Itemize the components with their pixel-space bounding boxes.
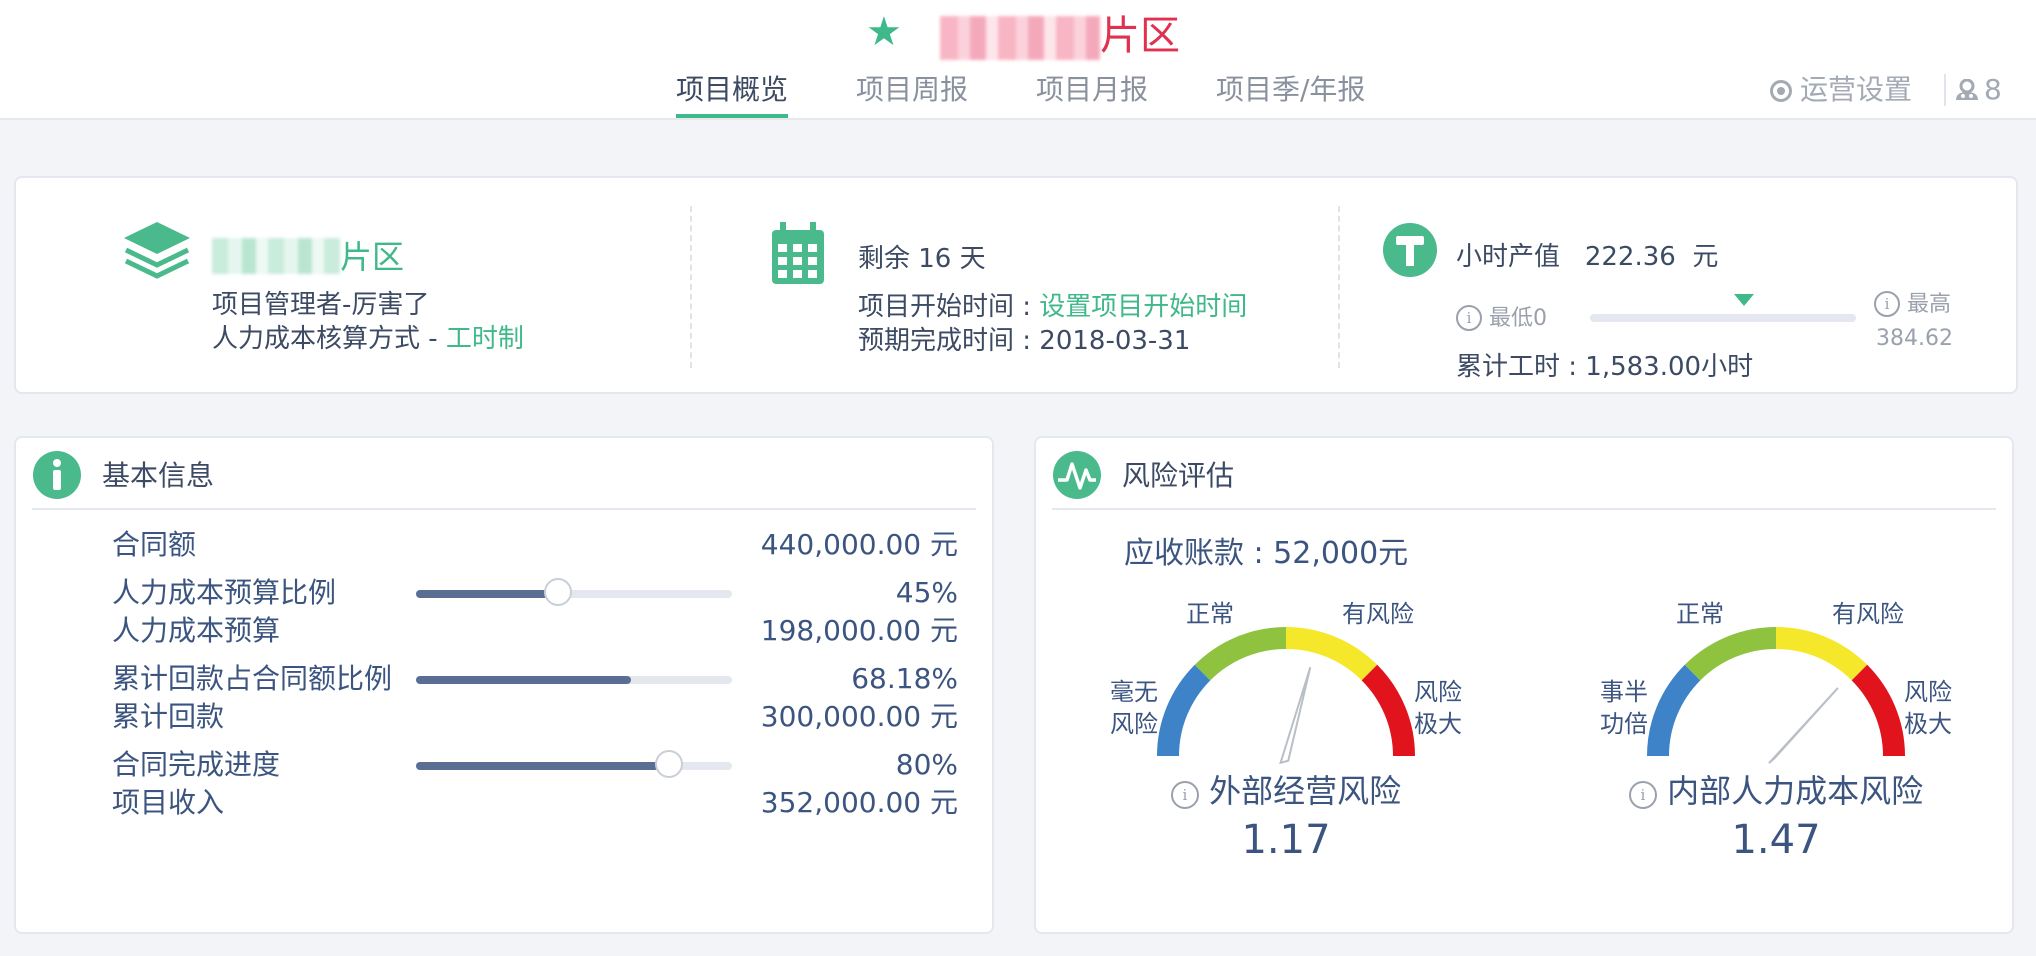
contract-progress-slider[interactable] bbox=[416, 750, 732, 778]
start-time: 项目开始时间 : 设置项目开始时间 bbox=[858, 292, 1248, 322]
row-label: 人力成本预算 bbox=[112, 614, 281, 647]
gauge-band bbox=[1647, 664, 1701, 757]
row-label: 人力成本预算比例 bbox=[112, 576, 337, 609]
row-value: 352,000.00 元 bbox=[760, 786, 958, 819]
slider-handle[interactable] bbox=[654, 750, 683, 778]
collection-ratio-bar bbox=[416, 676, 732, 684]
favorite-star-icon[interactable]: ★ bbox=[866, 8, 902, 56]
row-label: 合同完成进度 bbox=[112, 748, 281, 781]
labor-budget-ratio-slider[interactable] bbox=[416, 578, 732, 606]
info-icon[interactable]: i bbox=[1628, 781, 1657, 809]
ops-settings-label: 运营设置 bbox=[1800, 73, 1913, 106]
basic-info-title: 基本信息 bbox=[102, 459, 215, 492]
max-label: i 最高 bbox=[1874, 288, 1951, 322]
hourly-range-bar bbox=[1590, 294, 1856, 322]
cost-method-link[interactable]: 工时制 bbox=[446, 324, 524, 354]
slider-fill bbox=[416, 762, 669, 770]
row-value: 80% bbox=[895, 748, 958, 781]
members-button[interactable]: 8 bbox=[1954, 68, 2002, 112]
row-value: 68.18% bbox=[851, 662, 958, 695]
cost-method: 人力成本核算方式 - 工时制 bbox=[212, 324, 524, 354]
gauge-external: 毫无 风险 正常 有风险 风险 极大 i 外部经营风险 1.17 bbox=[1076, 598, 1496, 908]
slider-fill bbox=[416, 590, 559, 598]
info-circle-icon bbox=[33, 451, 81, 499]
page-title-row: ★ 片区 bbox=[0, 6, 2036, 60]
top-header: ★ 片区 项目概览 项目周报 项目月报 项目季/年报 运营设置 8 bbox=[0, 0, 2036, 120]
ops-settings-button[interactable]: 运营设置 bbox=[1770, 68, 1912, 112]
gauge-band bbox=[1684, 627, 1777, 681]
row-value: 198,000.00 元 bbox=[760, 614, 958, 647]
gauge-band bbox=[1194, 627, 1287, 681]
gauge-label-left: 正常 bbox=[1186, 600, 1234, 628]
users-icon bbox=[1956, 78, 1978, 100]
gauge-band bbox=[1285, 627, 1378, 681]
gauge-label-far-left: 事半 功倍 bbox=[1600, 678, 1648, 738]
basic-info-header: 基本信息 bbox=[32, 448, 976, 510]
gauge-label-far-left: 毫无 风险 bbox=[1110, 678, 1158, 738]
tab-weekly[interactable]: 项目周报 bbox=[856, 66, 968, 118]
pulse-icon bbox=[1053, 451, 1101, 499]
min-label: i 最低0 bbox=[1456, 302, 1547, 336]
basic-info-card: 基本信息 合同额 440,000.00 元 人力成本预算比例 45% 人力成本预… bbox=[14, 436, 994, 934]
gauge-label-right: 有风险 bbox=[1342, 600, 1414, 628]
gauge-value: 1.17 bbox=[1241, 817, 1331, 863]
divider bbox=[1338, 206, 1340, 368]
calendar-icon bbox=[772, 222, 824, 284]
total-hours: 累计工时 : 1,583.00小时 bbox=[1456, 352, 1754, 382]
gauge-band bbox=[1361, 664, 1415, 757]
gauge-needle bbox=[1768, 687, 1839, 764]
gauge-value: 1.47 bbox=[1731, 817, 1821, 863]
gauge-label-far-right: 风险 极大 bbox=[1904, 678, 1952, 738]
tab-bar: 项目概览 项目周报 项目月报 项目季/年报 bbox=[0, 66, 2036, 118]
row-value: 45% bbox=[895, 576, 958, 609]
member-count: 8 bbox=[1984, 73, 2002, 106]
page-title: 片区 bbox=[1100, 13, 1180, 59]
tab-monthly[interactable]: 项目月报 bbox=[1036, 66, 1148, 118]
summary-card: 片区 项目管理者-厉害了 人力成本核算方式 - 工时制 剩余 16 天 项目开始… bbox=[14, 176, 2018, 394]
risk-title: 风险评估 bbox=[1122, 459, 1235, 492]
redacted-area-name bbox=[212, 238, 340, 274]
tab-quarterly-yearly[interactable]: 项目季/年报 bbox=[1216, 66, 1365, 118]
gauge-needle bbox=[1279, 666, 1312, 765]
days-remaining: 剩余 16 天 bbox=[858, 244, 986, 274]
gauge-band bbox=[1775, 627, 1868, 681]
gauge-internal: 事半 功倍 正常 有风险 风险 极大 i 内部人力成本风险 1.47 bbox=[1566, 598, 1986, 908]
gauge-label-right: 有风险 bbox=[1832, 600, 1904, 628]
divider bbox=[690, 206, 692, 368]
area-name: 片区 bbox=[212, 238, 404, 277]
hammer-icon bbox=[1383, 223, 1437, 277]
row-label: 累计回款占合同额比例 bbox=[112, 662, 393, 695]
hourly-output: 小时产值 222.36 元 bbox=[1456, 242, 1719, 272]
receivable-amount: 应收账款 : 52,000元 bbox=[1124, 536, 1409, 571]
gauge-name: i 外部经营风险 bbox=[1076, 770, 1496, 812]
hourly-output-value: 222.36 bbox=[1584, 242, 1676, 272]
header-divider bbox=[1944, 74, 1946, 106]
hourly-value-marker bbox=[1733, 294, 1754, 306]
redacted-title-text bbox=[940, 16, 1100, 60]
gauge-label-far-right: 风险 极大 bbox=[1414, 678, 1462, 738]
max-value: 384.62 bbox=[1876, 326, 1953, 351]
slider-handle[interactable] bbox=[544, 578, 573, 606]
row-value: 300,000.00 元 bbox=[760, 700, 958, 733]
row-label: 累计回款 bbox=[112, 700, 225, 733]
gauge-name: i 内部人力成本风险 bbox=[1566, 770, 1986, 812]
risk-card: 风险评估 应收账款 : 52,000元 毫无 风险 正常 有风险 风险 极大 i 外… bbox=[1034, 436, 2014, 934]
expected-end-time: 预期完成时间 : 2018-03-31 bbox=[858, 326, 1191, 356]
set-start-time-link[interactable]: 设置项目开始时间 bbox=[1039, 292, 1247, 322]
row-value: 440,000.00 元 bbox=[760, 528, 958, 561]
gauge-band bbox=[1851, 664, 1905, 757]
risk-header: 风险评估 bbox=[1052, 448, 1996, 510]
row-label: 合同额 bbox=[112, 528, 197, 561]
info-icon[interactable]: i bbox=[1874, 291, 1900, 317]
info-icon[interactable]: i bbox=[1170, 781, 1199, 809]
gauge-label-left: 正常 bbox=[1676, 600, 1724, 628]
tab-overview[interactable]: 项目概览 bbox=[676, 66, 789, 118]
row-label: 项目收入 bbox=[112, 786, 225, 819]
info-icon[interactable]: i bbox=[1456, 305, 1482, 331]
gauge-band bbox=[1157, 664, 1211, 757]
layers-icon bbox=[124, 222, 190, 279]
progress-fill bbox=[416, 676, 632, 684]
target-icon bbox=[1770, 80, 1792, 102]
project-manager: 项目管理者-厉害了 bbox=[212, 290, 430, 320]
